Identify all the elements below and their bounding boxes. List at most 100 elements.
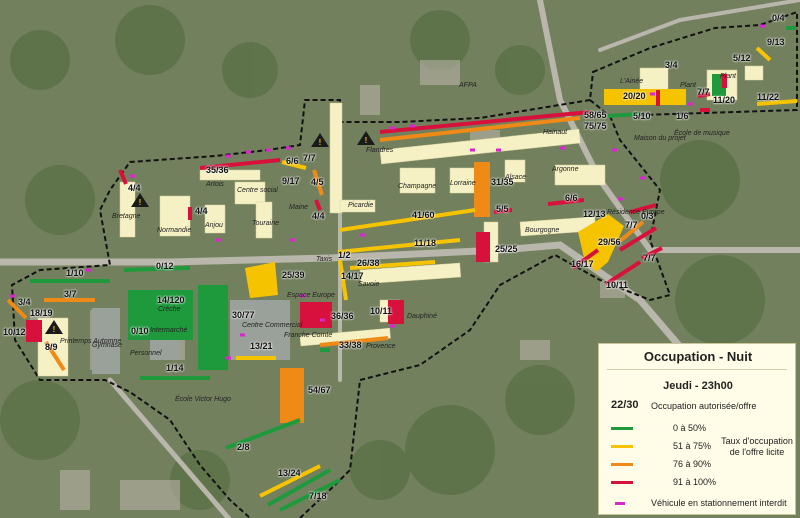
legend-interdit-label: Véhicule en stationnement interdit (651, 498, 787, 508)
map-legend: Occupation - Nuit Jeudi - 23h00 22/30 Oc… (598, 343, 796, 515)
place-normandie: Normandie (157, 227, 192, 234)
place-personnel: Personnel (130, 350, 162, 357)
place-lorraine: Lorraine (450, 180, 476, 187)
ratio-label-12: 35/36 (206, 165, 229, 175)
place-intermarche: Intermarché (150, 327, 188, 334)
ratio-label-9: 1/6 (676, 111, 689, 121)
ratio-label-10: 58/65 (584, 110, 607, 120)
legend-interdit-swatch (615, 502, 625, 505)
ratio-label-27: 29/56 (598, 237, 621, 247)
place-taxis: Taxis (316, 256, 333, 263)
ratio-label-4: 7/7 (697, 87, 710, 97)
place-provence: Provence (366, 343, 396, 350)
ratio-label-30: 10/11 (606, 280, 629, 290)
ratio-label-7: 11/22 (757, 92, 780, 102)
ratio-label-40: 10/12 (3, 327, 26, 337)
place-maine: Maine (289, 204, 309, 211)
ratio-label-14: 7/7 (303, 153, 316, 163)
ratio-label-49: 13/21 (250, 341, 273, 351)
place-flandres: Flandres (366, 147, 394, 154)
ratio-label-52: 54/67 (308, 385, 331, 395)
place-creche: Crèche (158, 306, 181, 313)
ratio-label-31: 11/18 (414, 238, 437, 248)
ratio-label-53: 2/8 (237, 442, 250, 452)
ratio-label-33: 26/38 (357, 258, 380, 268)
svg-text:!: ! (53, 325, 56, 334)
ratio-label-55: 7/18 (309, 491, 327, 501)
ratio-label-5: 20/20 (623, 91, 646, 101)
place-bourgogne: Bourgogne (525, 227, 560, 234)
ratio-label-45: 25/39 (282, 270, 305, 280)
ratio-label-1: 9/13 (767, 37, 785, 47)
place-franche-comte: Franche Comté (284, 332, 333, 339)
ratio-label-36: 0/12 (156, 261, 174, 271)
legend-swatch-yellow (611, 445, 633, 448)
place-afpa: AFPA (459, 82, 477, 89)
legend-class-label: 0 à 50% (673, 423, 707, 433)
legend-example-ratio: 22/30 (611, 399, 639, 411)
ratio-label-6: 11/20 (713, 95, 736, 105)
ratio-label-47: 36/36 (331, 311, 354, 321)
ratio-label-32: 1/2 (338, 250, 351, 260)
place-bretagne: Bretagne (112, 213, 141, 220)
ratio-label-13: 6/6 (286, 156, 299, 166)
legend-subtitle: Jeudi - 23h00 (663, 380, 733, 392)
ratio-label-54: 13/24 (278, 468, 301, 478)
place-hainaut: Hainaut (543, 129, 568, 136)
place-residence-europe: Résidence Europe (607, 209, 665, 216)
legend-class-3: 76 à 90% (611, 458, 731, 470)
legend-swatch-red (611, 481, 633, 484)
place-anjou: Anjou (205, 222, 223, 229)
ratio-label-15: 9/17 (282, 176, 300, 186)
legend-taux-label: Taux d'occupation de l'offre licite (721, 436, 793, 457)
ratio-label-39: 18/19 (30, 308, 53, 318)
ratio-label-20: 41/60 (412, 210, 435, 220)
legend-swatch-green (611, 427, 633, 430)
place-argonne: Argonne (552, 166, 579, 173)
ratio-label-24: 12/13 (583, 209, 606, 219)
place-ainee: L'Ainée (620, 78, 644, 85)
place-centre-commercial: Centre Commercial (242, 322, 303, 329)
ratio-label-0: 0/4 (772, 13, 785, 23)
ratio-label-50: 33/38 (339, 340, 362, 350)
ratio-label-3: 3/4 (665, 60, 678, 70)
legend-swatch-orange (611, 463, 633, 466)
ratio-label-8: 5/10 (633, 111, 651, 121)
place-picardie: Picardie (348, 202, 374, 209)
place-champagne: Champagne (398, 183, 437, 190)
place-espace-europe: Espace Europe (287, 292, 335, 299)
ratio-label-48: 10/11 (370, 306, 393, 316)
place-printemps-automne: Printemps Automne (60, 338, 122, 345)
ratio-label-2: 5/12 (733, 53, 751, 63)
ratio-label-35: 1/10 (66, 268, 84, 278)
legend-example-label: Occupation autorisée/offre (651, 401, 757, 411)
ratio-label-51: 1/14 (166, 363, 184, 373)
svg-text:!: ! (319, 138, 322, 147)
svg-text:!: ! (139, 198, 142, 207)
legend-class-label: 76 à 90% (673, 459, 712, 469)
place-ecole-victor-hugo: École Victor Hugo (175, 396, 231, 403)
ratio-label-34: 25/25 (495, 244, 518, 254)
legend-class-4: 91 à 100% (611, 476, 731, 488)
place-alsace: Alsace (505, 174, 527, 181)
ratio-label-28: 16/17 (571, 259, 594, 269)
legend-class-2: 51 à 75% (611, 440, 731, 452)
svg-text:!: ! (365, 136, 368, 145)
ratio-label-21: 5/5 (496, 204, 509, 214)
ratio-label-44: 30/77 (232, 310, 255, 320)
place-plant-1: Plant (680, 82, 696, 89)
ratio-label-26: 7/7 (625, 220, 638, 230)
ratio-label-18: 4/4 (195, 206, 208, 216)
legend-class-1: 0 à 50% (611, 422, 731, 434)
place-dauphine: Dauphiné (407, 313, 437, 320)
ratio-label-22: 6/6 (565, 193, 578, 203)
ratio-label-11: 75/75 (584, 121, 607, 131)
ratio-label-17: 4/4 (128, 183, 141, 193)
legend-class-label: 91 à 100% (673, 477, 717, 487)
legend-class-label: 51 à 75% (673, 441, 712, 451)
place-touraine: Touraine (252, 220, 279, 227)
ratio-label-29: 7/7 (643, 253, 656, 263)
legend-title: Occupation - Nuit (643, 349, 753, 364)
ratio-label-42: 14/120 (157, 295, 185, 305)
ratio-label-16: 4/5 (311, 177, 324, 187)
